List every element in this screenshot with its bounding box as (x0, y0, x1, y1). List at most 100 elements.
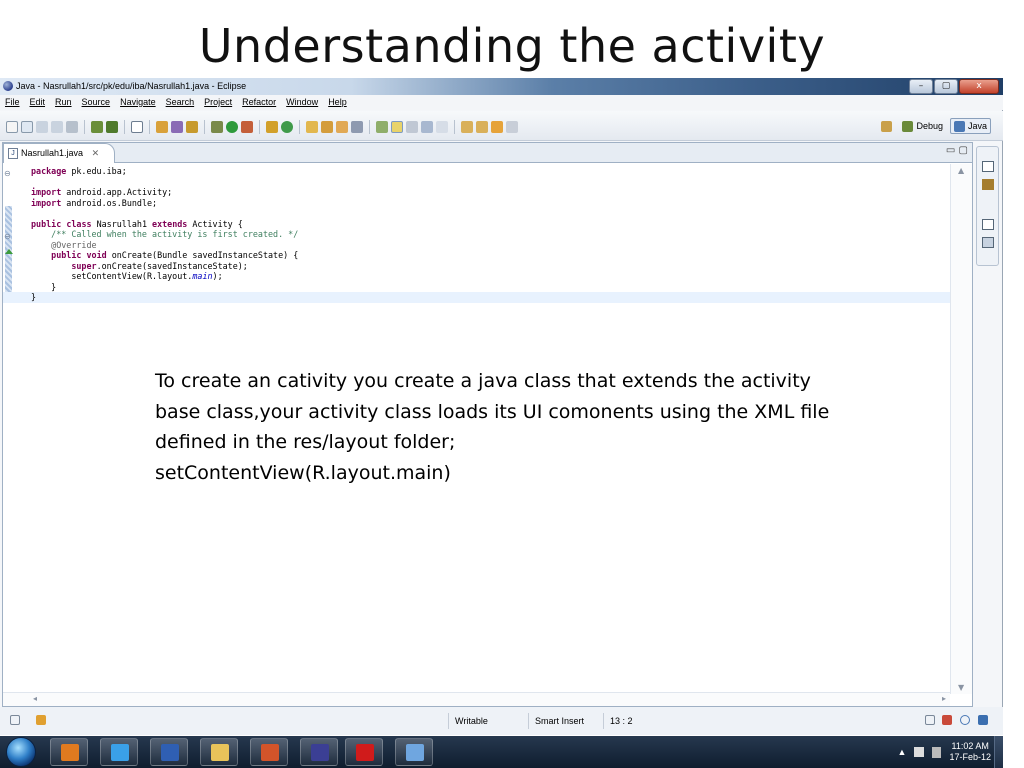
open-perspective-button[interactable] (878, 118, 895, 134)
code-token: import (31, 187, 62, 197)
taskbar-app-button[interactable] (250, 738, 288, 766)
menu-search[interactable]: Search (166, 95, 195, 110)
task-list-icon[interactable] (982, 237, 994, 248)
code-editor[interactable]: package pk.edu.iba; import android.app.Ac… (3, 166, 951, 303)
show-desktop-button[interactable] (994, 736, 1003, 768)
save-all-icon[interactable] (51, 121, 63, 133)
new-icon[interactable] (6, 121, 18, 133)
vertical-scrollbar[interactable]: ▲ ▼ (950, 164, 972, 694)
console-icon[interactable] (978, 715, 988, 725)
restore-view-icon[interactable] (982, 161, 994, 172)
menu-edit[interactable]: Edit (30, 95, 46, 110)
scroll-right-icon[interactable]: ▸ (942, 694, 946, 703)
android-sdk-icon[interactable] (91, 121, 103, 133)
save-icon[interactable] (36, 121, 48, 133)
override-marker-icon[interactable] (5, 249, 13, 254)
show-whitespace-icon[interactable] (421, 121, 433, 133)
scroll-left-icon[interactable]: ◂ (33, 694, 37, 703)
open-project-icon[interactable] (321, 121, 333, 133)
editor-tab-nasrullah1[interactable]: J Nasrullah1.java ✕ (3, 143, 115, 163)
tray-arrow-icon[interactable]: ▲ (898, 747, 907, 757)
menu-window[interactable]: Window (286, 95, 318, 110)
new-interface-icon[interactable] (281, 121, 293, 133)
fold-toggle-icon[interactable]: ⊖ (4, 169, 11, 178)
pen-icon[interactable] (351, 121, 363, 133)
menu-project[interactable]: Project (204, 95, 232, 110)
code-line: package pk.edu.iba; (31, 166, 951, 177)
new-wizard-icon[interactable] (21, 121, 33, 133)
progress-view-icon[interactable] (942, 715, 952, 725)
taskbar-app-button[interactable] (50, 738, 88, 766)
menu-source[interactable]: Source (82, 95, 111, 110)
minimize-button[interactable]: – (909, 79, 933, 94)
window-title: Java - Nasrullah1/src/pk/edu/iba/Nasrull… (16, 81, 247, 91)
prev-annotation-icon[interactable] (476, 121, 488, 133)
taskbar-app-button[interactable] (395, 738, 433, 766)
clock[interactable]: 11:02 AM 17-Feb-12 (949, 741, 991, 763)
menu-run[interactable]: Run (55, 95, 72, 110)
flag-icon[interactable] (914, 747, 925, 757)
word-icon (161, 744, 179, 761)
open-type-icon[interactable] (156, 121, 168, 133)
back-icon[interactable] (491, 121, 503, 133)
scroll-up-icon[interactable]: ▲ (958, 166, 964, 175)
open-folder-icon[interactable] (306, 121, 318, 133)
debug-icon[interactable] (211, 121, 223, 133)
restore-view-icon[interactable] (982, 219, 994, 230)
java-file-icon: J (8, 148, 18, 159)
code-token: /** Called when the activity is first cr… (51, 229, 299, 239)
mark-occurrences-icon[interactable] (391, 121, 403, 133)
outline-view-icon[interactable] (982, 179, 994, 190)
java-perspective-button[interactable]: Java (949, 118, 991, 134)
restore-icon[interactable] (925, 715, 935, 725)
new-package-icon[interactable] (186, 121, 198, 133)
new-java-project-icon[interactable] (171, 121, 183, 133)
block-selection-icon[interactable] (406, 121, 418, 133)
code-line: } (31, 282, 951, 293)
code-token: super (71, 260, 97, 271)
taskbar-app-button[interactable] (150, 738, 188, 766)
status-insert-mode: Smart Insert (528, 713, 603, 729)
pilcrow-icon[interactable] (436, 121, 448, 133)
code-token: } (31, 292, 37, 302)
code-token: public (31, 218, 62, 229)
slide-body-line: defined in the res/layout folder; (155, 431, 456, 453)
at-icon[interactable] (960, 715, 970, 725)
forward-icon[interactable] (506, 121, 518, 133)
run-icon[interactable] (226, 121, 238, 133)
task-icon[interactable] (131, 121, 143, 133)
close-button[interactable]: x (959, 79, 999, 94)
debug-perspective-button[interactable]: Debug (899, 118, 946, 134)
menu-refactor[interactable]: Refactor (242, 95, 276, 110)
menu-help[interactable]: Help (328, 95, 347, 110)
taskbar-app-button[interactable] (300, 738, 338, 766)
start-button[interactable] (6, 737, 36, 767)
code-line: import android.os.Bundle; (31, 198, 951, 209)
open-resource-icon[interactable] (336, 121, 348, 133)
close-tab-icon[interactable]: ✕ (92, 148, 100, 158)
media-player-icon (61, 744, 79, 761)
taskbar-app-button[interactable] (345, 738, 383, 766)
horizontal-scrollbar[interactable]: ◂ ▸ (3, 692, 950, 706)
maximize-button[interactable]: ▢ (934, 79, 958, 94)
code-token: onCreate(Bundle savedInstanceState) { (106, 250, 299, 260)
fast-view-icon[interactable] (10, 715, 20, 725)
print-icon[interactable] (66, 121, 78, 133)
annotation-icon[interactable] (376, 121, 388, 133)
editor-gutter: ⊖ ⊖ (3, 164, 15, 678)
avd-manager-icon[interactable] (106, 121, 118, 133)
taskbar-app-button[interactable] (100, 738, 138, 766)
fold-toggle-icon[interactable]: ⊖ (4, 232, 11, 241)
editor-minmax-buttons[interactable]: ▭ ▢ (946, 145, 968, 156)
external-tools-icon[interactable] (241, 121, 253, 133)
menu-navigate[interactable]: Navigate (120, 95, 156, 110)
problems-icon[interactable] (36, 715, 46, 725)
eclipse-icon (311, 744, 329, 761)
new-class-icon[interactable] (266, 121, 278, 133)
taskbar-app-button[interactable] (200, 738, 238, 766)
scroll-down-icon[interactable]: ▼ (958, 683, 964, 692)
title-bar[interactable]: Java - Nasrullah1/src/pk/edu/iba/Nasrull… (0, 78, 1003, 95)
menu-file[interactable]: File (5, 95, 20, 110)
next-annotation-icon[interactable] (461, 121, 473, 133)
network-tray-icon[interactable] (932, 746, 942, 758)
